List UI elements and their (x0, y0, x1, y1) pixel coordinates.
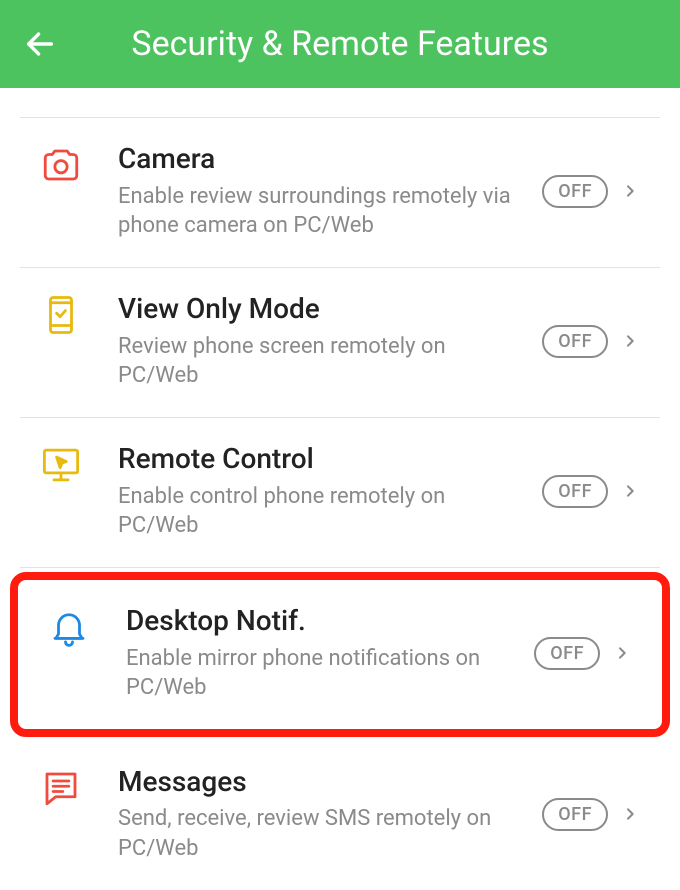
item-title: Camera (118, 142, 530, 176)
app-header: Security & Remote Features (0, 0, 680, 88)
partial-previous-row (20, 88, 660, 118)
setting-row-desktop-notif[interactable]: Desktop Notif. Enable mirror phone notif… (28, 580, 652, 729)
setting-row-camera[interactable]: Camera Enable review surroundings remote… (20, 118, 660, 268)
chevron-right-icon (620, 481, 640, 501)
status-badge: OFF (542, 475, 608, 508)
item-title: View Only Mode (118, 292, 530, 326)
highlighted-item: Desktop Notif. Enable mirror phone notif… (10, 572, 670, 737)
chevron-right-icon (620, 181, 640, 201)
status-badge: OFF (542, 325, 608, 358)
item-desc: Enable review surroundings remotely via … (118, 182, 530, 241)
item-desc: Review phone screen remotely on PC/Web (118, 332, 530, 391)
setting-row-messages[interactable]: Messages Send, receive, review SMS remot… (20, 741, 660, 890)
chevron-right-icon (620, 331, 640, 351)
chevron-right-icon (612, 643, 632, 663)
status-badge: OFF (534, 637, 600, 670)
message-icon (40, 767, 82, 809)
camera-icon (40, 144, 82, 186)
item-title: Remote Control (118, 442, 530, 476)
phone-view-icon (40, 294, 82, 336)
back-button[interactable] (20, 24, 60, 64)
item-desc: Enable control phone remotely on PC/Web (118, 482, 530, 541)
setting-row-view-only[interactable]: View Only Mode Review phone screen remot… (20, 268, 660, 418)
item-title: Messages (118, 765, 530, 799)
settings-list: Camera Enable review surroundings remote… (0, 88, 680, 890)
chevron-right-icon (620, 804, 640, 824)
item-desc: Enable mirror phone notifications on PC/… (126, 644, 522, 703)
bell-icon (48, 606, 90, 648)
page-title: Security & Remote Features (0, 24, 680, 64)
monitor-cursor-icon (40, 444, 82, 486)
item-desc: Send, receive, review SMS remotely on PC… (118, 804, 530, 863)
setting-row-remote-control[interactable]: Remote Control Enable control phone remo… (20, 418, 660, 568)
item-title: Desktop Notif. (126, 604, 522, 638)
status-badge: OFF (542, 798, 608, 831)
arrow-left-icon (23, 27, 57, 61)
status-badge: OFF (542, 175, 608, 208)
